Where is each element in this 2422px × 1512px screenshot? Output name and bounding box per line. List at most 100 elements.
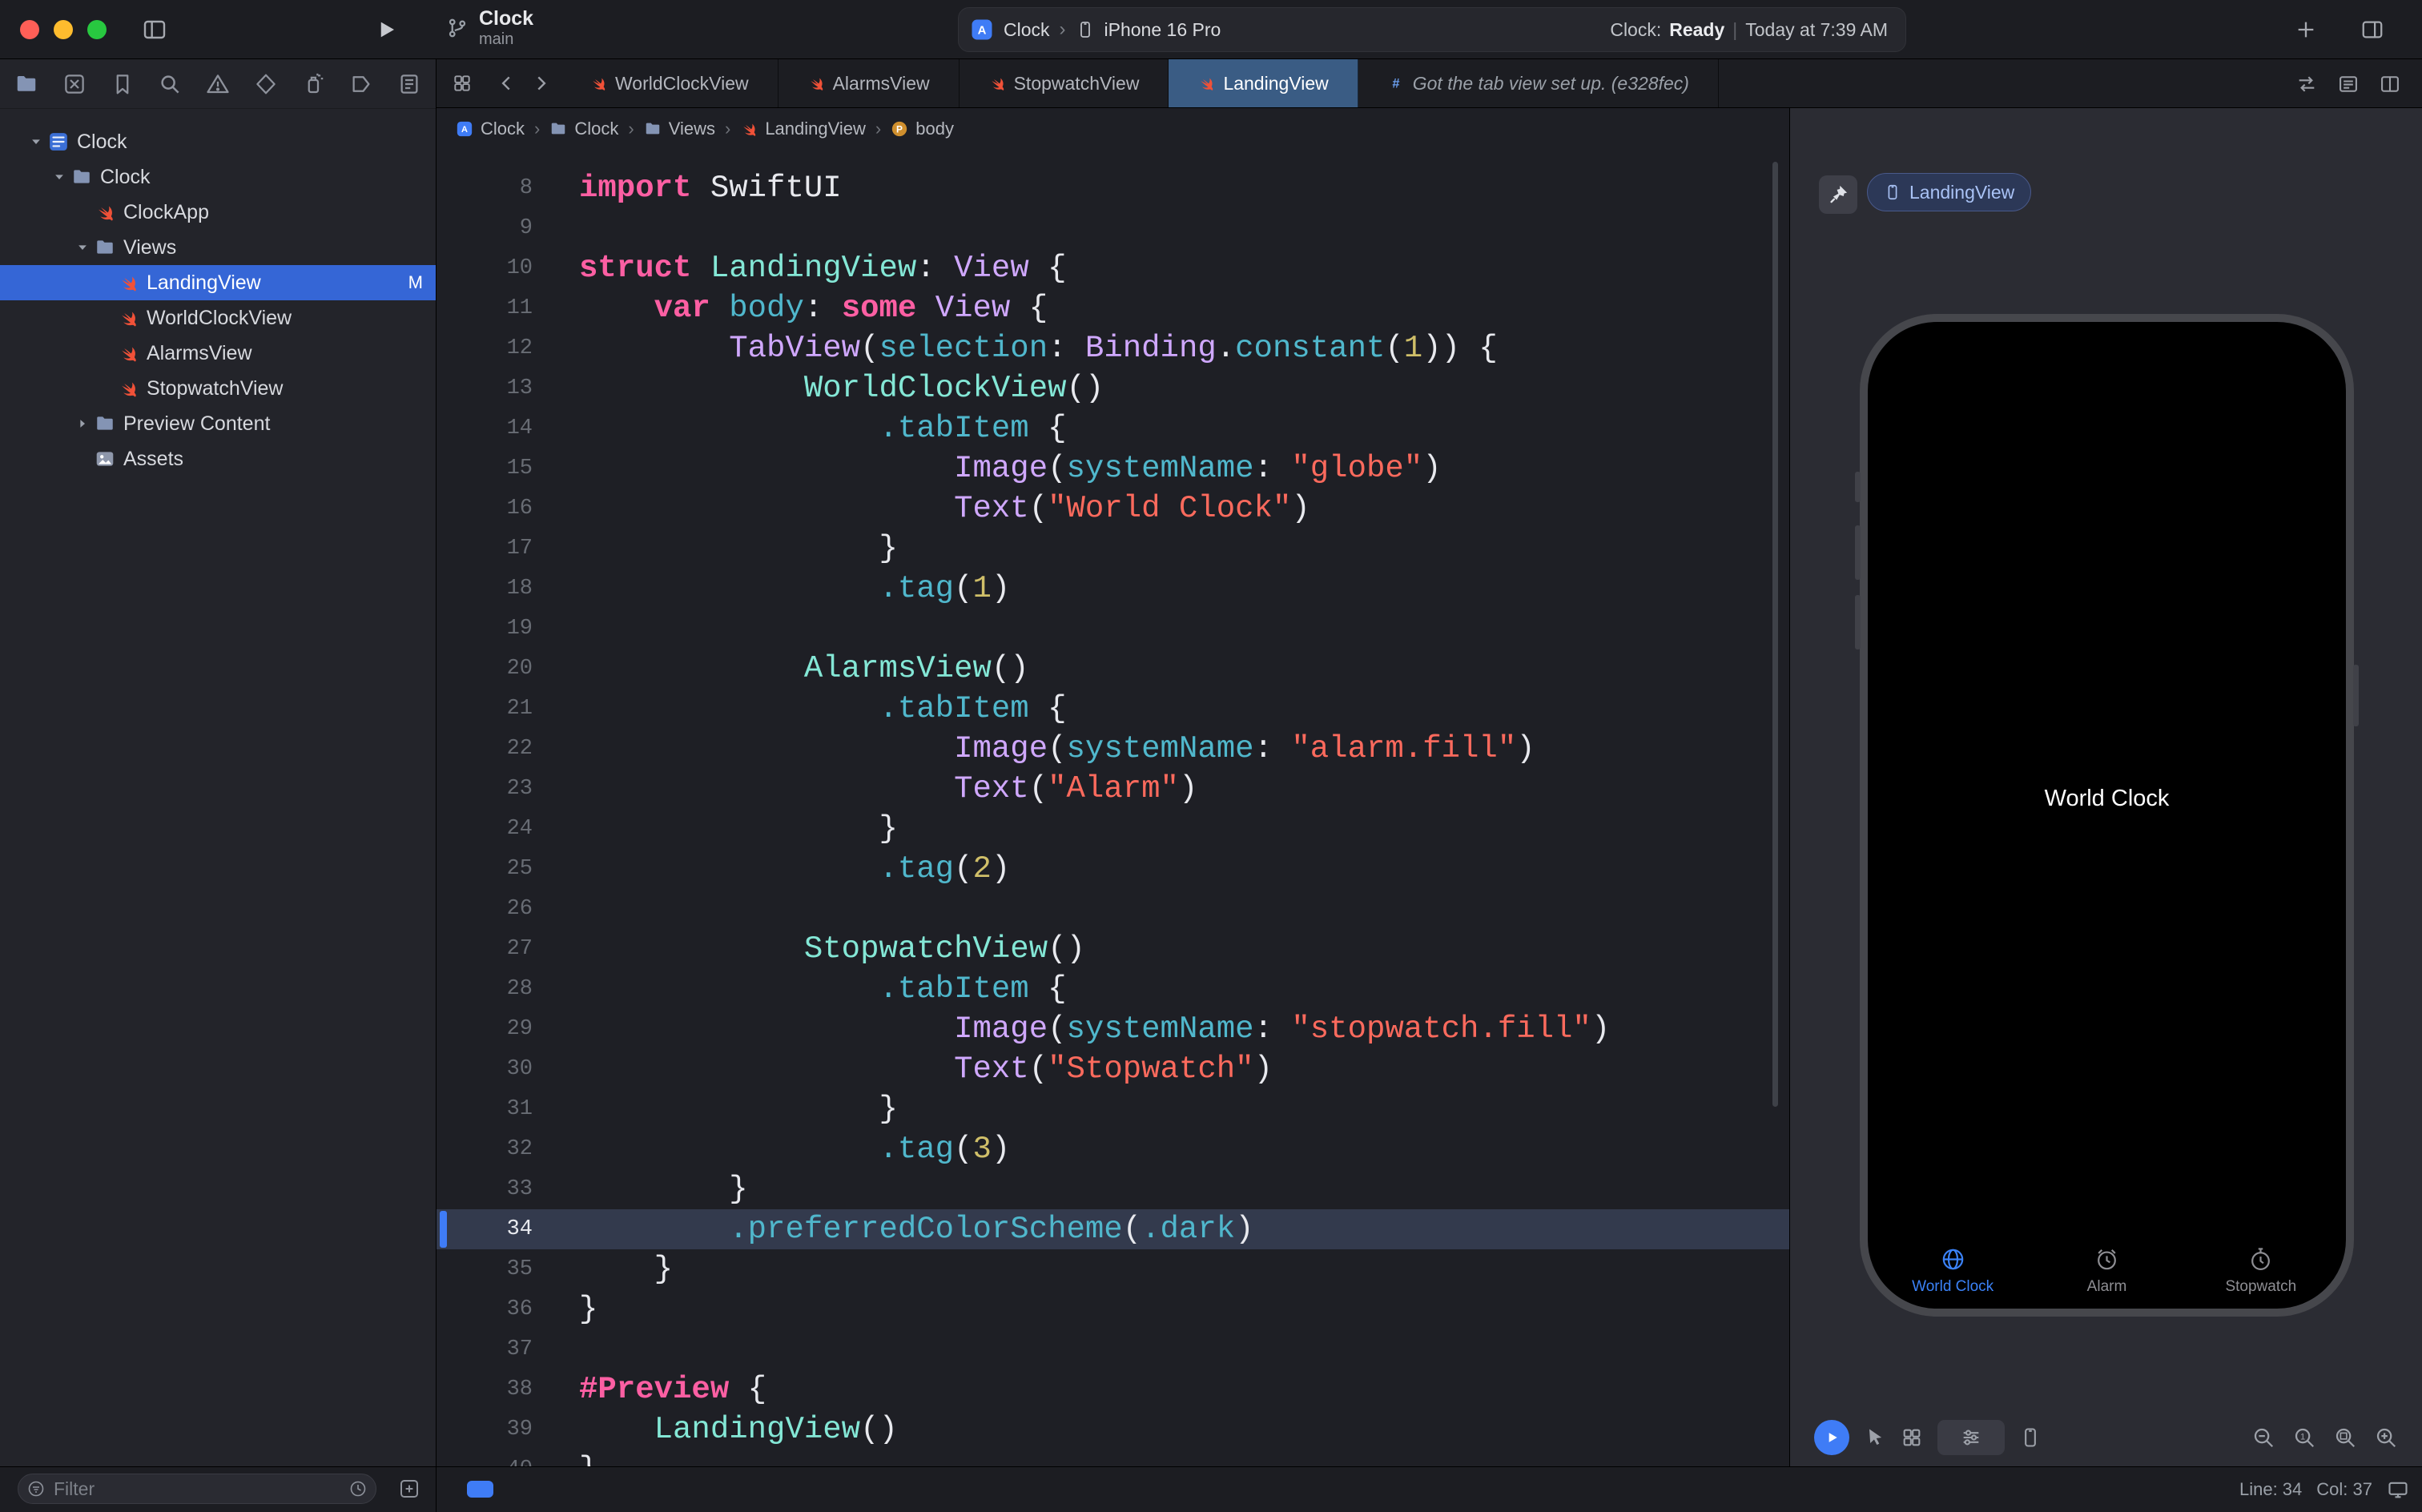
line-number[interactable]: 12 bbox=[437, 328, 533, 368]
chevron-right-icon[interactable] bbox=[70, 416, 95, 432]
navigator-bookmarks-button[interactable] bbox=[111, 72, 135, 96]
run-destination[interactable]: A Clock › iPhone 16 Pro bbox=[959, 18, 1221, 42]
tree-item-views[interactable]: Views bbox=[0, 230, 436, 265]
code-line-13[interactable]: 13 WorldClockView() bbox=[437, 368, 1789, 408]
editor-tab[interactable]: #Got the tab view set up. (e328fec) bbox=[1358, 59, 1719, 107]
source-editor[interactable]: 8import SwiftUI910struct LandingView: Vi… bbox=[437, 150, 1789, 1466]
code-line-16[interactable]: 16 Text("World Clock") bbox=[437, 489, 1789, 529]
code-line-25[interactable]: 25 .tag(2) bbox=[437, 849, 1789, 889]
tree-item-worldclockview[interactable]: WorldClockView bbox=[0, 300, 436, 336]
zoom-100-button[interactable]: 1 bbox=[2292, 1426, 2316, 1450]
navigator-find-button[interactable] bbox=[158, 72, 182, 96]
breadcrumb-item[interactable]: LandingView bbox=[740, 119, 866, 139]
code-line-12[interactable]: 12 TabView(selection: Binding.constant(1… bbox=[437, 328, 1789, 368]
line-number[interactable]: 16 bbox=[437, 489, 533, 529]
breadcrumb-item[interactable]: Pbody bbox=[891, 119, 954, 139]
code-line-17[interactable]: 17 } bbox=[437, 529, 1789, 569]
phone-tab-alarm[interactable]: Alarm bbox=[2030, 1246, 2183, 1296]
code-line-11[interactable]: 11 var body: some View { bbox=[437, 288, 1789, 328]
code-line-38[interactable]: 38#Preview { bbox=[437, 1369, 1789, 1409]
line-number[interactable]: 40 bbox=[437, 1450, 533, 1466]
code-line-29[interactable]: 29 Image(systemName: "stopwatch.fill") bbox=[437, 1009, 1789, 1049]
line-number[interactable]: 37 bbox=[437, 1329, 533, 1369]
editor-tab[interactable]: AlarmsView bbox=[778, 59, 960, 107]
phone-tab-world-clock[interactable]: World Clock bbox=[1876, 1246, 2030, 1296]
navigator-issues-button[interactable] bbox=[206, 72, 230, 96]
library-button[interactable] bbox=[2294, 18, 2318, 42]
code-line-32[interactable]: 32 .tag(3) bbox=[437, 1129, 1789, 1169]
filter-input[interactable] bbox=[52, 1478, 342, 1501]
line-number[interactable]: 31 bbox=[437, 1089, 533, 1129]
code-line-19[interactable]: 19 bbox=[437, 609, 1789, 649]
line-number[interactable]: 33 bbox=[437, 1169, 533, 1209]
line-number[interactable]: 26 bbox=[437, 889, 533, 929]
code-line-23[interactable]: 23 Text("Alarm") bbox=[437, 769, 1789, 809]
code-line-15[interactable]: 15 Image(systemName: "globe") bbox=[437, 448, 1789, 489]
tree-item-preview-content[interactable]: Preview Content bbox=[0, 406, 436, 441]
navigator-toggle-button[interactable] bbox=[141, 17, 168, 42]
code-line-10[interactable]: 10struct LandingView: View { bbox=[437, 248, 1789, 288]
line-number[interactable]: 21 bbox=[437, 689, 533, 729]
line-number[interactable]: 20 bbox=[437, 649, 533, 689]
line-number[interactable]: 8 bbox=[437, 168, 533, 208]
editor-layout-button[interactable] bbox=[2360, 18, 2385, 42]
code-line-40[interactable]: 40} bbox=[437, 1450, 1789, 1466]
breadcrumb-item[interactable]: Clock bbox=[549, 119, 618, 139]
line-number[interactable]: 32 bbox=[437, 1129, 533, 1169]
code-line-21[interactable]: 21 .tabItem { bbox=[437, 689, 1789, 729]
back-button[interactable] bbox=[497, 73, 517, 94]
tree-item-clock[interactable]: Clock bbox=[0, 124, 436, 159]
code-line-30[interactable]: 30 Text("Stopwatch") bbox=[437, 1049, 1789, 1089]
code-line-39[interactable]: 39 LandingView() bbox=[437, 1409, 1789, 1450]
code-line-33[interactable]: 33 } bbox=[437, 1169, 1789, 1209]
zoom-in-button[interactable] bbox=[2374, 1426, 2398, 1450]
line-number[interactable]: 17 bbox=[437, 529, 533, 569]
line-number[interactable]: 28 bbox=[437, 969, 533, 1009]
tree-item-landingview[interactable]: LandingViewM bbox=[0, 265, 436, 300]
active-editor-indicator[interactable] bbox=[467, 1481, 493, 1498]
line-number[interactable]: 27 bbox=[437, 929, 533, 969]
chevron-down-icon[interactable] bbox=[24, 134, 48, 150]
live-preview-button[interactable] bbox=[1814, 1420, 1849, 1455]
preview-device-pill[interactable]: LandingView bbox=[1867, 173, 2031, 211]
selectable-button[interactable] bbox=[1864, 1426, 1886, 1449]
editor-tab[interactable]: StopwatchView bbox=[960, 59, 1169, 107]
recents-icon[interactable] bbox=[348, 1479, 368, 1498]
zoom-out-button[interactable] bbox=[2251, 1426, 2275, 1450]
chevron-down-icon[interactable] bbox=[70, 239, 95, 255]
editor-tab[interactable]: LandingView bbox=[1169, 59, 1358, 107]
close-button[interactable] bbox=[20, 20, 39, 39]
navigator-source-control-button[interactable] bbox=[62, 72, 86, 96]
device-button[interactable] bbox=[2019, 1426, 2042, 1449]
breadcrumb-item[interactable]: AClock bbox=[456, 119, 525, 139]
minimize-button[interactable] bbox=[54, 20, 73, 39]
line-number[interactable]: 14 bbox=[437, 408, 533, 448]
navigator-breakpoints-button[interactable] bbox=[349, 72, 373, 96]
code-line-14[interactable]: 14 .tabItem { bbox=[437, 408, 1789, 448]
line-number[interactable]: 34 bbox=[437, 1209, 533, 1249]
line-number[interactable]: 15 bbox=[437, 448, 533, 489]
editor-scrollbar[interactable] bbox=[1772, 162, 1778, 1107]
pin-preview-button[interactable] bbox=[1819, 175, 1857, 214]
code-line-18[interactable]: 18 .tag(1) bbox=[437, 569, 1789, 609]
phone-tab-stopwatch[interactable]: Stopwatch bbox=[2184, 1246, 2338, 1296]
tree-item-stopwatchview[interactable]: StopwatchView bbox=[0, 371, 436, 406]
line-number[interactable]: 22 bbox=[437, 729, 533, 769]
code-line-22[interactable]: 22 Image(systemName: "alarm.fill") bbox=[437, 729, 1789, 769]
code-line-34[interactable]: 34 .preferredColorScheme(.dark) bbox=[437, 1209, 1789, 1249]
scheme-info[interactable]: Clock main bbox=[445, 7, 533, 49]
editor-options-button[interactable] bbox=[2337, 73, 2360, 95]
add-file-button[interactable] bbox=[397, 1477, 421, 1501]
code-line-8[interactable]: 8import SwiftUI bbox=[437, 168, 1789, 208]
breadcrumb-item[interactable]: Views bbox=[644, 119, 715, 139]
code-line-31[interactable]: 31 } bbox=[437, 1089, 1789, 1129]
variants-button[interactable] bbox=[1901, 1426, 1923, 1449]
run-button[interactable] bbox=[373, 17, 399, 42]
line-number[interactable]: 36 bbox=[437, 1289, 533, 1329]
tree-item-assets[interactable]: Assets bbox=[0, 441, 436, 477]
tree-item-alarmsview[interactable]: AlarmsView bbox=[0, 336, 436, 371]
code-line-20[interactable]: 20 AlarmsView() bbox=[437, 649, 1789, 689]
line-number[interactable]: 11 bbox=[437, 288, 533, 328]
activity-viewer[interactable]: A Clock › iPhone 16 Pro Clock: Ready | T… bbox=[958, 7, 1906, 52]
chevron-down-icon[interactable] bbox=[47, 169, 71, 185]
